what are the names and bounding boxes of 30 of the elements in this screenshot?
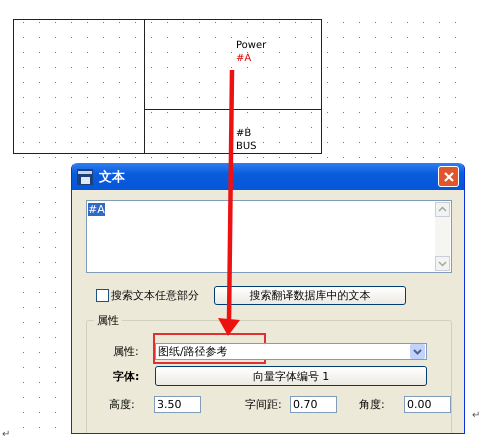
- app-icon: [77, 168, 93, 184]
- checkbox-label: 搜索文本任意部分: [111, 288, 199, 303]
- scroll-up-icon: [435, 202, 450, 217]
- scrollbar[interactable]: [435, 202, 450, 271]
- field-label: 角度:: [359, 397, 386, 412]
- window-title: 文本: [99, 168, 126, 186]
- cell-label: BUS: [236, 140, 257, 153]
- close-icon: [442, 170, 454, 182]
- paragraph-mark: ↵: [472, 410, 480, 421]
- cell-label: #B: [236, 127, 252, 140]
- input-field[interactable]: 0.70: [290, 396, 337, 413]
- group-title: 属性: [94, 313, 122, 328]
- dropdown[interactable]: 图纸/路径参考: [155, 343, 427, 360]
- selected-text: #A: [88, 203, 105, 216]
- cell-label: Power: [236, 39, 266, 52]
- font-button[interactable]: 向量字体编号 1: [155, 366, 427, 386]
- scroll-down-icon: [435, 256, 450, 271]
- field-label: 字间距:: [245, 397, 283, 412]
- input-field[interactable]: 0.00: [404, 396, 451, 413]
- search-button[interactable]: 搜索翻译数据库中的文本: [214, 286, 406, 305]
- input-field[interactable]: 3.50: [154, 396, 201, 413]
- text-field[interactable]: #A: [86, 200, 452, 273]
- paragraph-mark: ↵: [2, 429, 10, 440]
- field-label: 属性:: [113, 344, 140, 359]
- field-label: 高度:: [109, 397, 136, 412]
- cell-label: #A: [236, 52, 252, 65]
- field-label: 字体:: [113, 368, 140, 384]
- dropdown-value: 图纸/路径参考: [158, 344, 228, 359]
- checkbox[interactable]: [96, 289, 109, 302]
- close-button[interactable]: [438, 166, 459, 187]
